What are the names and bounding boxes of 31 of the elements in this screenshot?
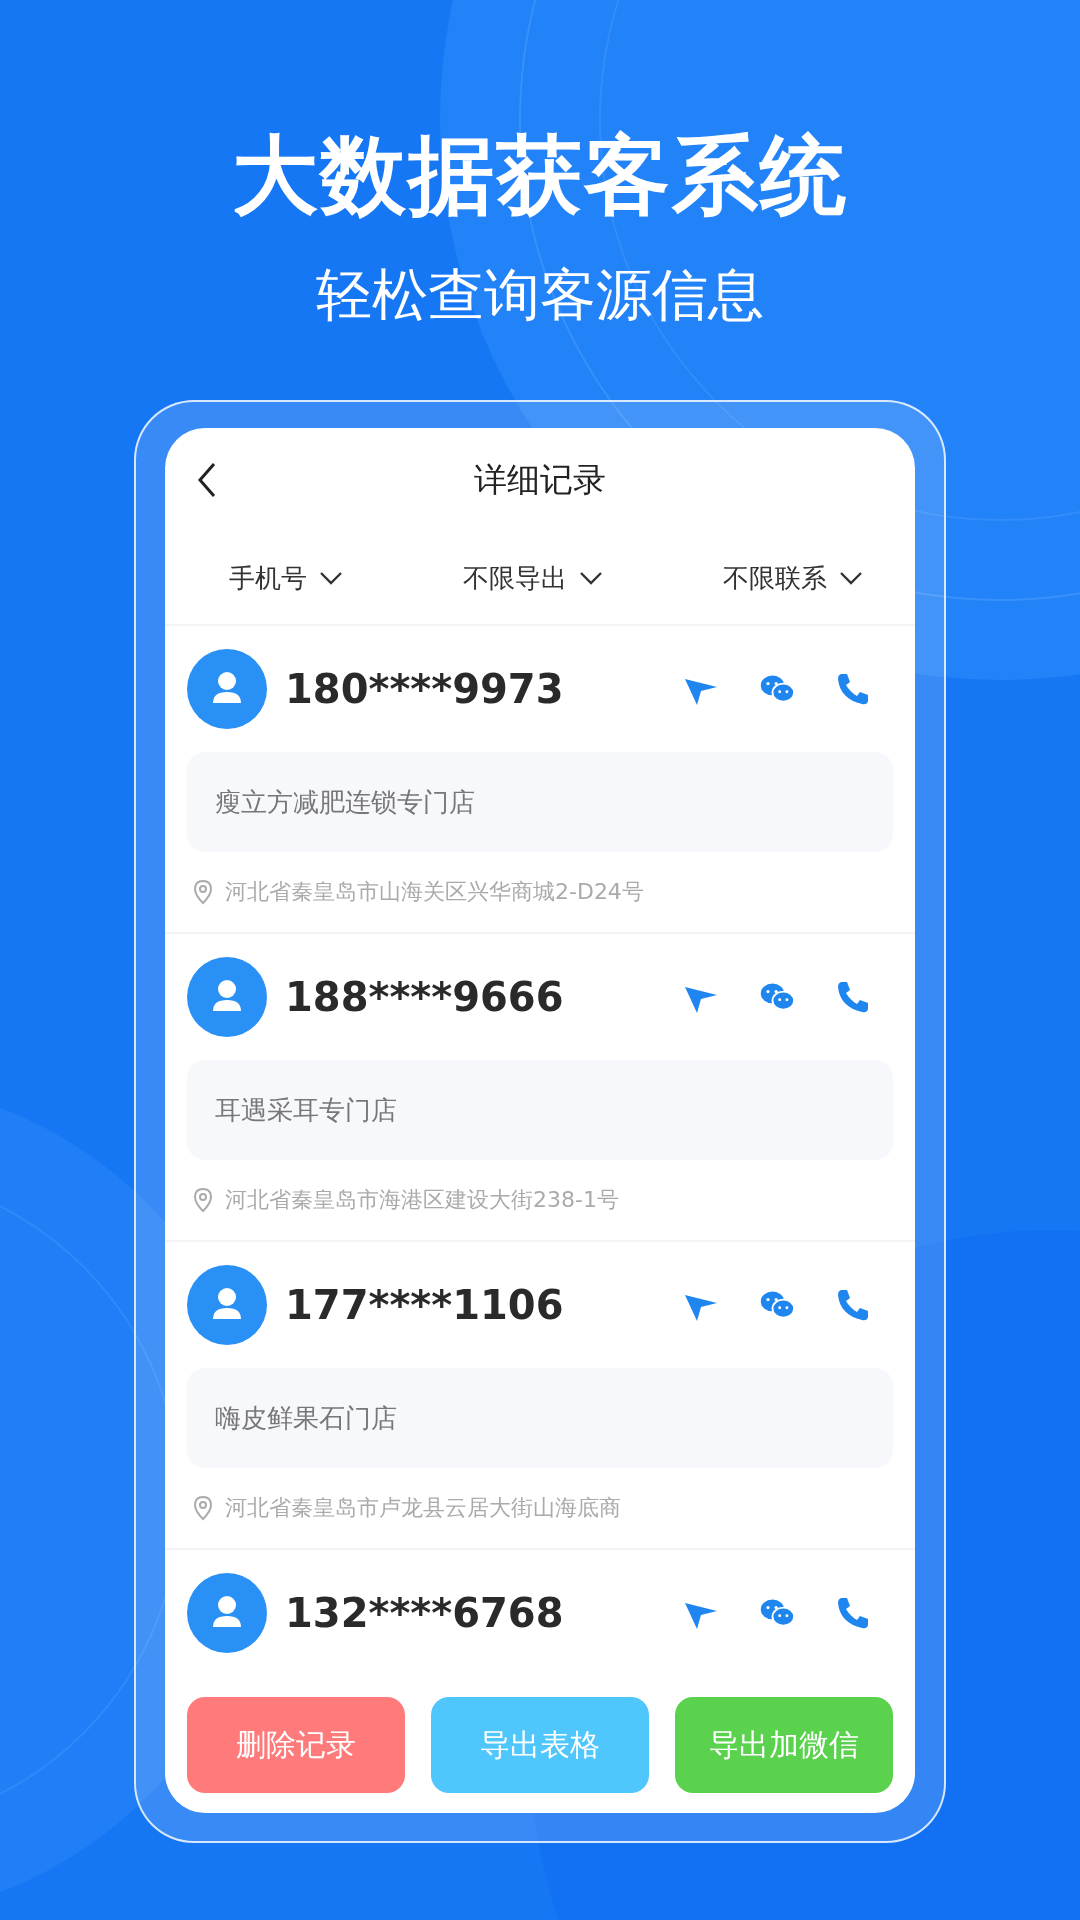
- address: 河北省秦皇岛市卢龙县云居大街山海底商: [225, 1494, 621, 1522]
- address: 河北省秦皇岛市山海关区兴华商城2-D24号: [225, 878, 644, 906]
- location-pin-icon: [193, 1187, 213, 1213]
- phone-icon[interactable]: [835, 1595, 871, 1631]
- headline: 大数据获客系统: [232, 124, 848, 227]
- avatar-icon: [187, 649, 267, 729]
- filter-dropdown[interactable]: 不限联系: [723, 560, 863, 596]
- screen-title: 详细记录: [474, 458, 606, 501]
- filter-dropdown[interactable]: 手机号: [229, 560, 343, 596]
- chevron-down-icon: [839, 571, 863, 585]
- avatar-icon: [187, 1573, 267, 1653]
- filter-dropdown[interactable]: 不限导出: [463, 560, 603, 596]
- shop-name: 瘦立方减肥连锁专门店: [187, 752, 893, 852]
- phone-number: 177****1106: [285, 1282, 565, 1328]
- chevron-down-icon: [579, 571, 603, 585]
- phone-icon[interactable]: [835, 1287, 871, 1323]
- phone-number: 188****9666: [285, 974, 565, 1020]
- location-pin-icon: [193, 879, 213, 905]
- subheadline: 轻松查询客源信息: [316, 261, 764, 329]
- chevron-down-icon: [319, 571, 343, 585]
- back-icon[interactable]: [197, 462, 217, 498]
- phone-number: 180****9973: [285, 666, 565, 712]
- avatar-icon: [187, 1265, 267, 1345]
- phone-icon[interactable]: [835, 671, 871, 707]
- phone-icon[interactable]: [835, 979, 871, 1015]
- address: 河北省秦皇岛市海港区建设大街238-1号: [225, 1186, 619, 1214]
- phone-number: 132****6768: [285, 1590, 565, 1636]
- avatar-icon: [187, 957, 267, 1037]
- shop-name: 嗨皮鲜果石门店: [187, 1368, 893, 1468]
- location-pin-icon: [193, 1495, 213, 1521]
- shop-name: 耳遇采耳专门店: [187, 1060, 893, 1160]
